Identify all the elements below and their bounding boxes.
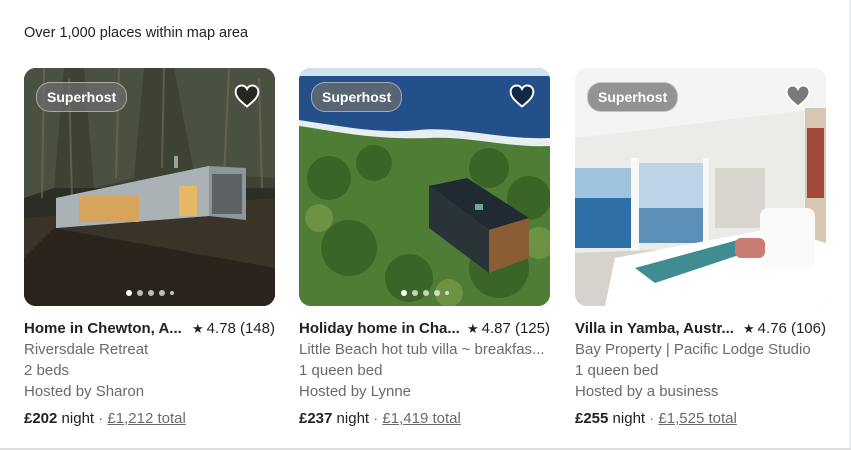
nightly-price: £255	[575, 410, 609, 427]
star-icon: ★	[742, 321, 755, 336]
star-icon: ★	[191, 321, 204, 336]
price-unit: night	[612, 410, 646, 427]
rating-value: 4.76 (106)	[757, 320, 826, 337]
photo-carousel-dots	[24, 290, 275, 296]
carousel-dot[interactable]	[720, 291, 725, 295]
listing-host: Hosted by Sharon	[24, 383, 145, 400]
superhost-badge: Superhost	[587, 82, 679, 112]
price-unit: night	[336, 410, 370, 427]
carousel-dot[interactable]	[709, 290, 716, 296]
listing-card[interactable]: Superhost Holiday home in Cha... ★ 4.87 …	[299, 68, 550, 429]
nightly-price: £202	[24, 410, 58, 427]
listing-photo[interactable]: Superhost	[575, 68, 826, 306]
price-separator: ·	[373, 410, 379, 427]
carousel-dot[interactable]	[158, 290, 165, 296]
price-row: £237 night · £1,419 total	[299, 408, 550, 429]
superhost-badge: Superhost	[36, 82, 128, 112]
carousel-dot[interactable]	[676, 290, 683, 296]
heart-outline-icon[interactable]	[508, 82, 536, 110]
listing-card[interactable]: Superhost Home in Chewton, A... ★ 4.78 (…	[24, 68, 275, 429]
price-separator: ·	[98, 410, 104, 427]
listing-subtitle: Riversdale Retreat	[24, 341, 149, 358]
price-row: £255 night · £1,525 total	[575, 408, 826, 429]
price-row: £202 night · £1,212 total	[24, 408, 275, 429]
price-separator: ·	[649, 410, 655, 427]
rating-value: 4.78 (148)	[206, 320, 275, 337]
carousel-dot[interactable]	[125, 290, 132, 296]
total-price-link[interactable]: £1,419 total	[382, 410, 460, 427]
listing-beds: 1 queen bed	[299, 362, 383, 379]
listing-rating: ★ 4.76 (106)	[743, 318, 826, 339]
photo-carousel-dots	[575, 290, 826, 296]
listing-beds: 2 beds	[24, 362, 70, 379]
listing-beds: 1 queen bed	[575, 362, 659, 379]
total-price-link[interactable]: £1,525 total	[658, 410, 736, 427]
listing-info: Holiday home in Cha... ★ 4.87 (125) Litt…	[299, 318, 550, 429]
results-count: Over 1,000 places within map area	[24, 25, 249, 41]
carousel-dot[interactable]	[411, 290, 418, 296]
listing-photo[interactable]: Superhost	[299, 68, 550, 306]
listing-card[interactable]: Superhost Villa in Yamba, Austr... ★ 4.7…	[575, 68, 826, 429]
carousel-dot[interactable]	[169, 291, 174, 295]
listing-rating: ★ 4.87 (125)	[467, 318, 550, 339]
heart-outline-icon[interactable]	[784, 82, 812, 110]
carousel-dot[interactable]	[444, 291, 449, 295]
listing-title[interactable]: Home in Chewton, A...	[24, 318, 182, 339]
listing-info: Villa in Yamba, Austr... ★ 4.76 (106) Ba…	[575, 318, 826, 429]
heart-outline-icon[interactable]	[233, 82, 261, 110]
carousel-dot[interactable]	[136, 290, 143, 296]
photo-carousel-dots	[299, 290, 550, 296]
listing-title[interactable]: Holiday home in Cha...	[299, 318, 460, 339]
listing-subtitle: Little Beach hot tub villa ~ breakfas...	[299, 341, 545, 358]
listing-subtitle: Bay Property | Pacific Lodge Studio	[575, 341, 811, 358]
carousel-dot[interactable]	[147, 290, 154, 296]
star-icon: ★	[466, 321, 479, 336]
carousel-dot[interactable]	[698, 290, 705, 296]
listing-host: Hosted by a business	[575, 383, 719, 400]
listing-rating: ★ 4.78 (148)	[192, 318, 275, 339]
carousel-dot[interactable]	[687, 290, 694, 296]
nightly-price: £237	[299, 410, 333, 427]
superhost-badge: Superhost	[311, 82, 403, 112]
carousel-dot[interactable]	[433, 290, 440, 296]
listing-title[interactable]: Villa in Yamba, Austr...	[575, 318, 734, 339]
price-unit: night	[61, 410, 95, 427]
listing-host: Hosted by Lynne	[299, 383, 412, 400]
carousel-dot[interactable]	[400, 290, 407, 296]
listing-info: Home in Chewton, A... ★ 4.78 (148) River…	[24, 318, 275, 429]
listing-photo[interactable]: Superhost	[24, 68, 275, 306]
total-price-link[interactable]: £1,212 total	[107, 410, 185, 427]
rating-value: 4.87 (125)	[481, 320, 550, 337]
carousel-dot[interactable]	[422, 290, 429, 296]
